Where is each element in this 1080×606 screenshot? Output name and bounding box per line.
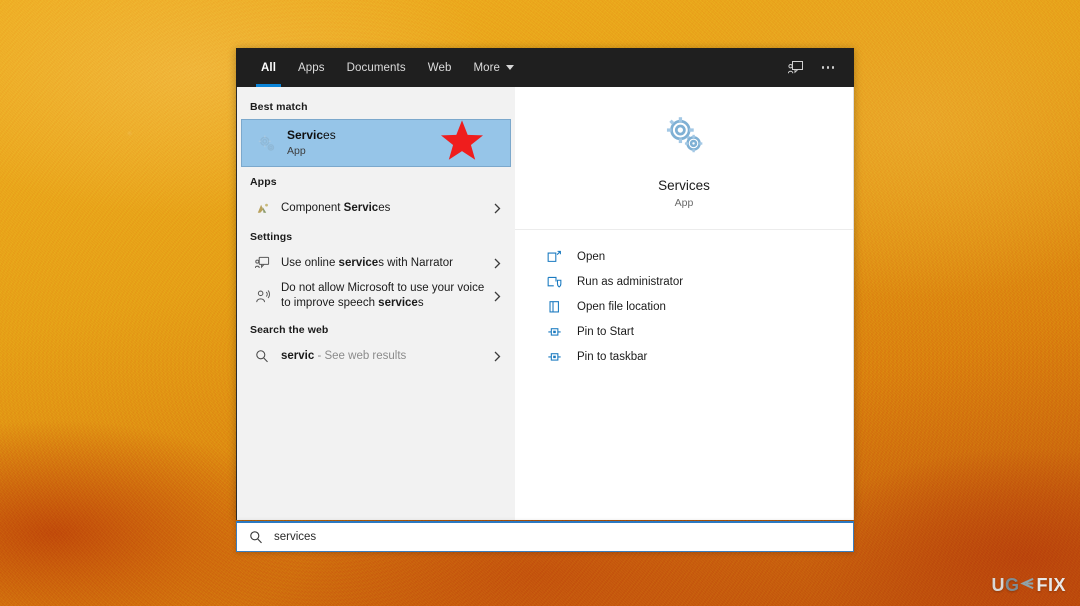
app-preview-card: Services App [515,87,853,230]
app-actions-list: Open Run as administrator Open file loca… [515,230,853,369]
search-icon [250,349,274,363]
action-label: Open file location [577,300,666,313]
search-filter-tabs: All Apps Documents Web More [236,48,525,87]
pin-icon [543,350,565,364]
result-label: Use online services with Narrator [274,256,489,271]
label-prefix: Component [281,201,344,214]
ellipsis-icon[interactable] [814,55,842,81]
label-bold: Servic [343,201,379,214]
section-settings: Settings [250,231,293,243]
tab-apps-label: Apps [298,61,325,74]
label-suffix: es [378,201,391,214]
services-gears-icon [251,133,281,154]
tab-more-label: More [473,61,501,74]
pin-icon [543,325,565,339]
best-match-text: Services App [287,128,336,158]
red-star-annotation [440,120,484,167]
tab-more[interactable]: More [462,48,525,87]
feedback-icon[interactable] [782,55,810,81]
tab-web[interactable]: Web [417,48,463,87]
header-actions [782,55,854,81]
action-open-file-location[interactable]: Open file location [543,294,853,319]
action-pin-to-start[interactable]: Pin to Start [543,319,853,344]
ellipsis-dots [821,66,835,69]
search-panel-header: All Apps Documents Web More [236,48,854,87]
result-speech-services-privacy[interactable]: Do not allow Microsoft to use your voice… [237,277,515,315]
best-match-title-bold: Servic [287,128,324,142]
taskbar-search-input[interactable]: services [236,521,854,552]
chevron-right-icon[interactable] [489,258,505,269]
ugetfix-watermark: U G FIX [991,575,1066,596]
result-label: Do not allow Microsoft to use your voice… [274,281,489,311]
result-web-search-servic[interactable]: servic - See web results [237,342,515,370]
tab-web-label: Web [427,61,452,74]
action-pin-to-taskbar[interactable]: Pin to taskbar [543,344,853,369]
tab-all-label: All [261,61,276,74]
label-bold: service [338,256,379,269]
narrator-monitor-icon [250,256,274,270]
section-search-the-web: Search the web [250,324,329,336]
result-label: Component Services [274,201,489,216]
result-label: servic - See web results [274,349,489,364]
app-preview-subtitle: App [674,197,694,209]
watermark-part1: U [991,575,1005,595]
search-icon [249,530,263,544]
label-suffix: s [417,297,424,309]
component-services-icon [250,201,274,216]
windows-search-panel: All Apps Documents Web More Best match S… [236,48,854,520]
action-label: Pin to taskbar [577,350,648,363]
chevron-right-icon[interactable] [489,203,505,214]
tab-all[interactable]: All [250,48,287,87]
search-results-pane: Best match Services App Apps Component S… [236,87,515,520]
label-bold: service [378,297,418,309]
best-match-title: Services [287,128,336,143]
section-best-match: Best match [250,101,308,113]
label-prefix: Use online [281,256,339,269]
best-match-subtitle: App [287,145,306,157]
watermark-e-glyph [1020,575,1035,596]
chevron-right-icon[interactable] [489,291,505,302]
search-input-value: services [274,531,317,543]
tab-apps[interactable]: Apps [287,48,336,87]
label-bold: servic [281,349,315,362]
section-apps: Apps [250,176,277,188]
chevron-right-icon[interactable] [489,351,505,362]
action-run-as-administrator[interactable]: Run as administrator [543,269,853,294]
folder-open-icon [543,300,565,314]
result-component-services[interactable]: Component Services [237,194,515,222]
chevron-down-icon [506,65,515,70]
services-gears-icon [662,113,706,162]
label-muted: - See web results [314,349,407,362]
action-label: Open [577,250,606,263]
watermark-part3: FIX [1036,575,1066,595]
action-open[interactable]: Open [543,244,853,269]
app-preview-pane: Services App Open Run as administrator O… [515,87,854,520]
open-window-icon [543,250,565,264]
speech-person-icon [250,289,274,304]
label-suffix: s with Narrator [378,256,453,269]
tab-documents[interactable]: Documents [336,48,417,87]
app-preview-title: Services [658,178,710,193]
tab-documents-label: Documents [346,61,406,74]
best-match-result-services[interactable]: Services App [241,119,511,167]
search-panel-body: Best match Services App Apps Component S… [236,87,854,520]
action-label: Run as administrator [577,275,684,288]
shield-window-icon [543,275,565,289]
result-use-online-services-narrator[interactable]: Use online services with Narrator [237,249,515,277]
best-match-title-rest: es [323,128,336,142]
watermark-part2: G [1004,575,1020,595]
action-label: Pin to Start [577,325,634,338]
